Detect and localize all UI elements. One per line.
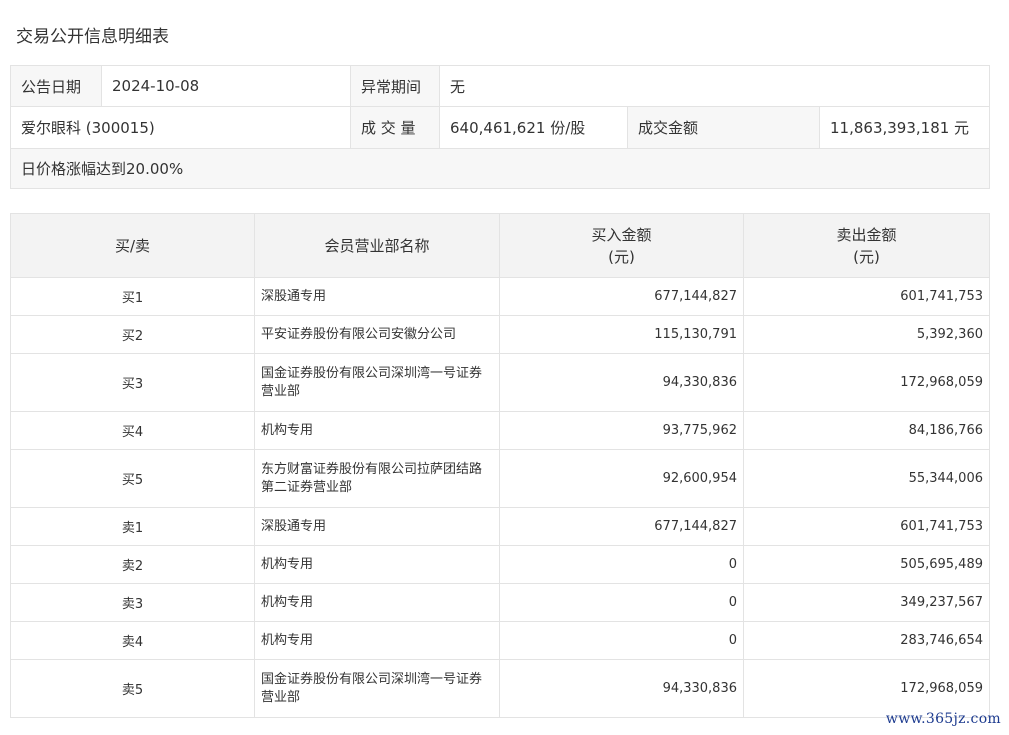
row-name: 深股通专用 bbox=[254, 277, 500, 316]
table-row: 卖3 机构专用 0 349,237,567 bbox=[10, 583, 990, 622]
row-sell: 5,392,360 bbox=[743, 315, 990, 354]
row-name: 深股通专用 bbox=[254, 507, 500, 546]
row-side: 买1 bbox=[10, 277, 255, 316]
row-name: 机构专用 bbox=[254, 621, 500, 660]
row-name: 国金证券股份有限公司深圳湾一号证券营业部 bbox=[254, 353, 500, 412]
row-sell: 172,968,059 bbox=[743, 353, 990, 412]
row-buy: 0 bbox=[499, 545, 744, 584]
reason-text: 日价格涨幅达到20.00% bbox=[9, 148, 991, 189]
header-side: 买/卖 bbox=[10, 213, 255, 278]
row-buy: 92,600,954 bbox=[499, 449, 744, 508]
row-side: 买3 bbox=[10, 353, 255, 412]
header-sell-line2: (元) bbox=[853, 247, 880, 266]
volume-label: 成 交 量 bbox=[350, 106, 440, 149]
header-buy-line2: (元) bbox=[608, 247, 635, 266]
row-name: 机构专用 bbox=[254, 545, 500, 584]
volume-value: 640,461,621 份/股 bbox=[439, 106, 628, 149]
abnormal-label: 异常期间 bbox=[350, 65, 440, 107]
row-side: 买4 bbox=[10, 411, 255, 450]
row-name: 机构专用 bbox=[254, 583, 500, 622]
header-buy-line1: 买入金额 bbox=[591, 225, 652, 244]
row-name: 国金证券股份有限公司深圳湾一号证券营业部 bbox=[254, 659, 500, 718]
row-side: 卖4 bbox=[10, 621, 255, 660]
row-buy: 94,330,836 bbox=[499, 659, 744, 718]
row-name: 东方财富证券股份有限公司拉萨团结路第二证券营业部 bbox=[254, 449, 500, 508]
row-buy: 94,330,836 bbox=[499, 353, 744, 412]
watermark: www.365jz.com bbox=[885, 711, 1001, 727]
row-buy: 93,775,962 bbox=[499, 411, 744, 450]
row-sell: 601,741,753 bbox=[743, 277, 990, 316]
header-name: 会员营业部名称 bbox=[254, 213, 500, 278]
row-buy: 677,144,827 bbox=[499, 507, 744, 546]
row-name: 平安证券股份有限公司安徽分公司 bbox=[254, 315, 500, 354]
row-sell: 283,746,654 bbox=[743, 621, 990, 660]
table-row: 卖4 机构专用 0 283,746,654 bbox=[10, 621, 990, 660]
detail-table: 买/卖 会员营业部名称 买入金额 (元) 卖出金额 (元) 买1 深股通专用 6… bbox=[10, 213, 990, 718]
date-label: 公告日期 bbox=[10, 65, 102, 107]
table-row: 买4 机构专用 93,775,962 84,186,766 bbox=[10, 411, 990, 450]
table-row: 买1 深股通专用 677,144,827 601,741,753 bbox=[10, 277, 990, 316]
row-buy: 0 bbox=[499, 621, 744, 660]
table-row: 买3 国金证券股份有限公司深圳湾一号证券营业部 94,330,836 172,9… bbox=[10, 353, 990, 412]
table-row: 卖2 机构专用 0 505,695,489 bbox=[10, 545, 990, 584]
row-sell: 172,968,059 bbox=[743, 659, 990, 718]
abnormal-value: 无 bbox=[438, 65, 991, 107]
row-side: 买5 bbox=[10, 449, 255, 508]
row-side: 买2 bbox=[10, 315, 255, 354]
header-sell-line1: 卖出金额 bbox=[836, 225, 897, 244]
header-buy: 买入金额 (元) bbox=[499, 213, 744, 278]
table-row: 买5 东方财富证券股份有限公司拉萨团结路第二证券营业部 92,600,954 5… bbox=[10, 449, 990, 508]
header-sell: 卖出金额 (元) bbox=[743, 213, 990, 278]
table-row: 卖1 深股通专用 677,144,827 601,741,753 bbox=[10, 507, 990, 546]
row-side: 卖1 bbox=[10, 507, 255, 546]
row-name: 机构专用 bbox=[254, 411, 500, 450]
row-sell: 55,344,006 bbox=[743, 449, 990, 508]
row-buy: 677,144,827 bbox=[499, 277, 744, 316]
row-sell: 349,237,567 bbox=[743, 583, 990, 622]
info-table: 公告日期 2024-10-08 异常期间 无 爱尔眼科 (300015) 成 交… bbox=[9, 65, 991, 189]
row-sell: 601,741,753 bbox=[743, 507, 990, 546]
page-title: 交易公开信息明细表 bbox=[16, 27, 169, 47]
row-side: 卖3 bbox=[10, 583, 255, 622]
row-sell: 505,695,489 bbox=[743, 545, 990, 584]
row-side: 卖2 bbox=[10, 545, 255, 584]
row-sell: 84,186,766 bbox=[743, 411, 990, 450]
amount-label: 成交金额 bbox=[627, 106, 820, 149]
stock-name: 爱尔眼科 (300015) bbox=[10, 106, 351, 149]
table-row: 买2 平安证券股份有限公司安徽分公司 115,130,791 5,392,360 bbox=[10, 315, 990, 354]
row-side: 卖5 bbox=[10, 659, 255, 718]
table-row: 卖5 国金证券股份有限公司深圳湾一号证券营业部 94,330,836 172,9… bbox=[10, 659, 990, 718]
row-buy: 115,130,791 bbox=[499, 315, 744, 354]
amount-value: 11,863,393,181 元 bbox=[818, 106, 991, 149]
date-value: 2024-10-08 bbox=[101, 65, 351, 107]
row-buy: 0 bbox=[499, 583, 744, 622]
